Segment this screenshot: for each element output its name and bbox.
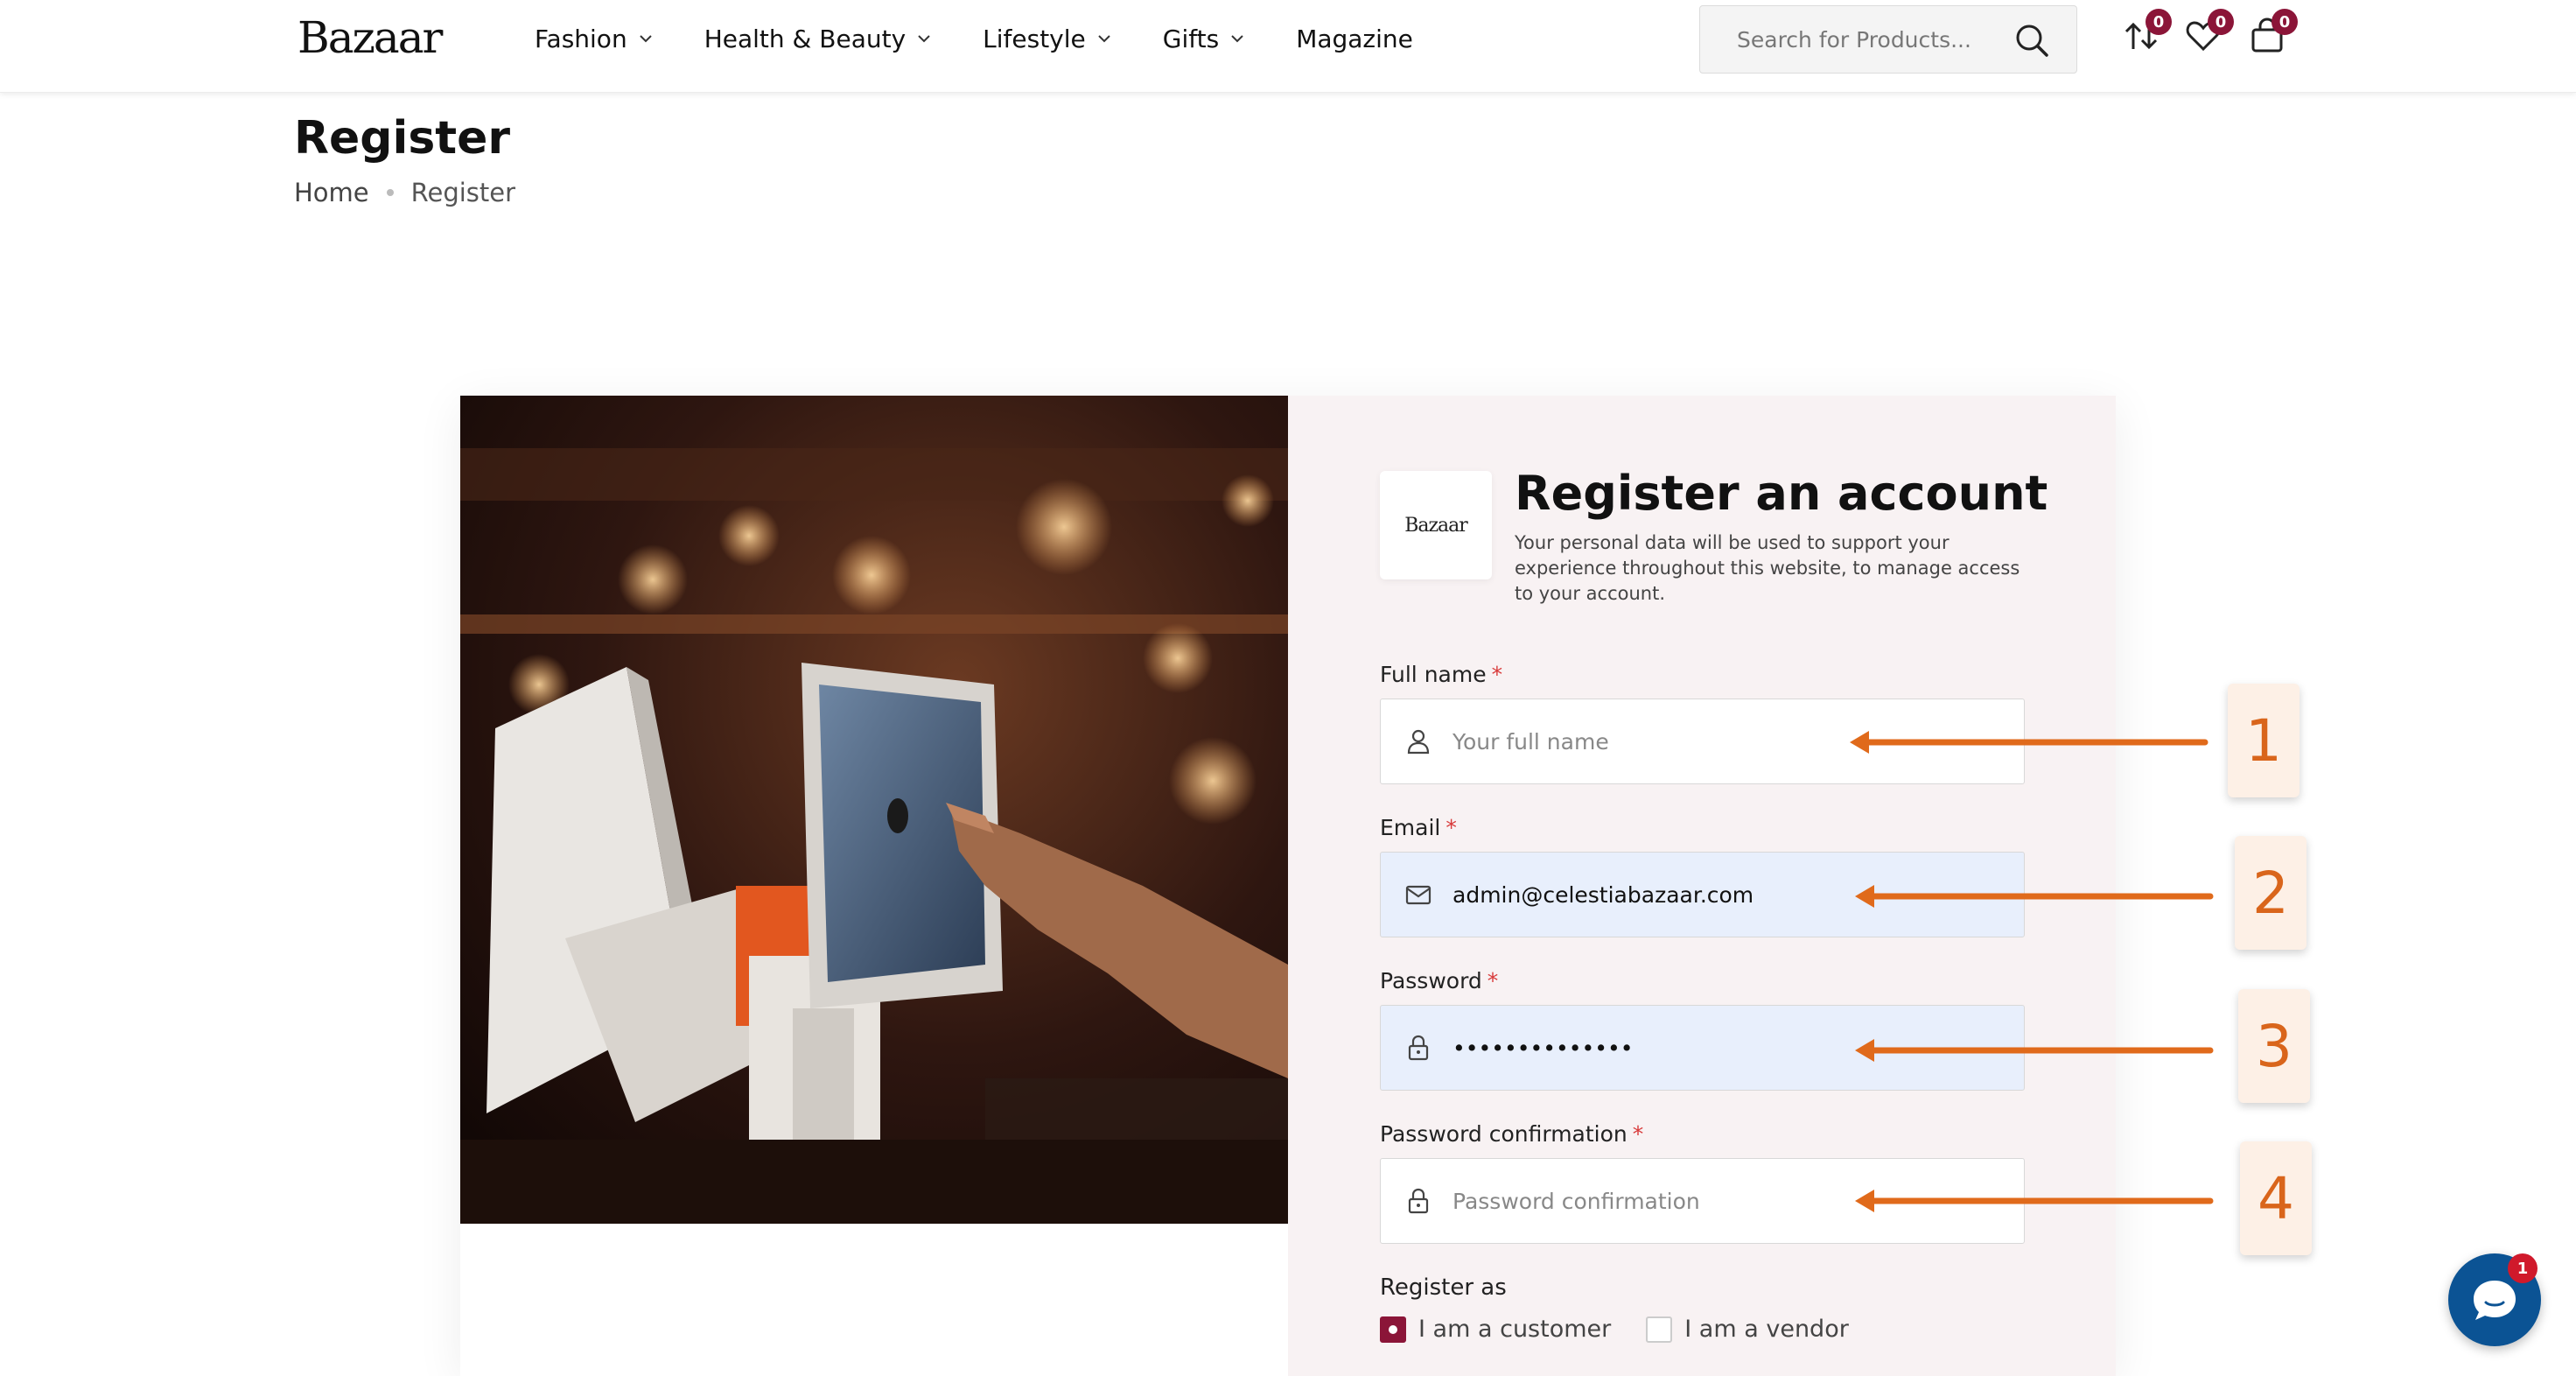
wishlist-button[interactable]: 0 — [2183, 9, 2234, 56]
register-as-options: I am a customer I am a vendor — [1380, 1316, 1884, 1343]
form-logo: Bazaar — [1380, 471, 1492, 579]
nav-item-fashion[interactable]: Fashion — [535, 25, 654, 53]
nav-item-magazine[interactable]: Magazine — [1296, 25, 1413, 53]
full-name-label: Full name * — [1380, 662, 1502, 687]
annotation-arrow-1 — [1850, 731, 2208, 754]
wishlist-count-badge: 0 — [2208, 9, 2234, 35]
password-label-text: Password — [1380, 968, 1482, 993]
annotation-number-3: 3 — [2238, 989, 2310, 1103]
compare-count-badge: 0 — [2146, 9, 2172, 35]
nav-item-lifestyle[interactable]: Lifestyle — [983, 25, 1112, 53]
nav-label: Fashion — [535, 24, 627, 53]
required-marker: * — [1632, 1121, 1644, 1147]
vendor-checkbox[interactable] — [1646, 1316, 1673, 1343]
nav-label: Health & Beauty — [704, 24, 906, 53]
form-title: Register an account — [1515, 466, 2048, 521]
vendor-option-label: I am a vendor — [1684, 1316, 1849, 1343]
annotation-arrow-3 — [1855, 1039, 2214, 1062]
register-photo — [460, 396, 1288, 1224]
lock-icon — [1408, 1188, 1429, 1214]
site-logo[interactable]: Bazaar — [298, 12, 443, 63]
mail-icon — [1405, 885, 1432, 905]
search-box — [1699, 5, 2077, 74]
annotation-number-2: 2 — [2235, 836, 2306, 950]
password-label: Password * — [1380, 968, 1498, 993]
pos-terminal-image — [460, 396, 1288, 1224]
email-label-text: Email — [1380, 815, 1441, 840]
nav-label: Magazine — [1296, 24, 1413, 53]
form-description: Your personal data will be used to suppo… — [1515, 532, 2020, 604]
page-title: Register — [294, 112, 511, 165]
breadcrumb: Home Register — [294, 178, 515, 207]
search-icon[interactable] — [2013, 22, 2050, 59]
chevron-down-icon — [639, 35, 652, 43]
register-as-label: Register as — [1380, 1274, 1507, 1301]
cart-button[interactable]: 0 — [2247, 9, 2298, 56]
full-name-label-text: Full name — [1380, 662, 1487, 687]
breadcrumb-separator — [386, 189, 394, 196]
main-nav: Fashion Health & Beauty Lifestyle Gifts … — [535, 0, 1464, 77]
annotation-number-1: 1 — [2228, 684, 2300, 797]
customer-option[interactable]: I am a customer — [1380, 1316, 1611, 1343]
nav-label: Gifts — [1162, 24, 1220, 53]
required-marker: * — [1491, 662, 1503, 687]
email-label: Email * — [1380, 815, 1457, 840]
customer-checkbox[interactable] — [1380, 1316, 1406, 1343]
chevron-down-icon — [1231, 35, 1243, 43]
vendor-option[interactable]: I am a vendor — [1646, 1316, 1849, 1343]
required-marker: * — [1446, 815, 1457, 840]
chat-bubble-icon — [2474, 1281, 2516, 1320]
password-confirmation-label-text: Password confirmation — [1380, 1121, 1628, 1147]
password-confirmation-label: Password confirmation * — [1380, 1121, 1643, 1147]
annotation-arrow-2 — [1855, 885, 2214, 908]
customer-option-label: I am a customer — [1418, 1316, 1612, 1343]
lock-icon — [1408, 1035, 1429, 1061]
chevron-down-icon — [918, 35, 930, 43]
chevron-down-icon — [1098, 35, 1110, 43]
annotation-number-4: 4 — [2240, 1141, 2312, 1255]
cart-count-badge: 0 — [2272, 9, 2298, 35]
breadcrumb-home-link[interactable]: Home — [294, 178, 369, 207]
nav-label: Lifestyle — [983, 24, 1086, 53]
breadcrumb-current: Register — [410, 178, 516, 207]
site-header: Bazaar Fashion Health & Beauty Lifestyle… — [0, 0, 2576, 93]
nav-item-health-beauty[interactable]: Health & Beauty — [704, 25, 932, 53]
annotation-arrow-4 — [1855, 1190, 2214, 1212]
nav-item-gifts[interactable]: Gifts — [1163, 25, 1245, 53]
chat-notification-badge: 1 — [2508, 1253, 2538, 1283]
user-icon — [1407, 729, 1430, 755]
required-marker: * — [1487, 968, 1499, 993]
search-input[interactable] — [1700, 26, 1998, 53]
compare-button[interactable]: 0 — [2121, 9, 2172, 56]
